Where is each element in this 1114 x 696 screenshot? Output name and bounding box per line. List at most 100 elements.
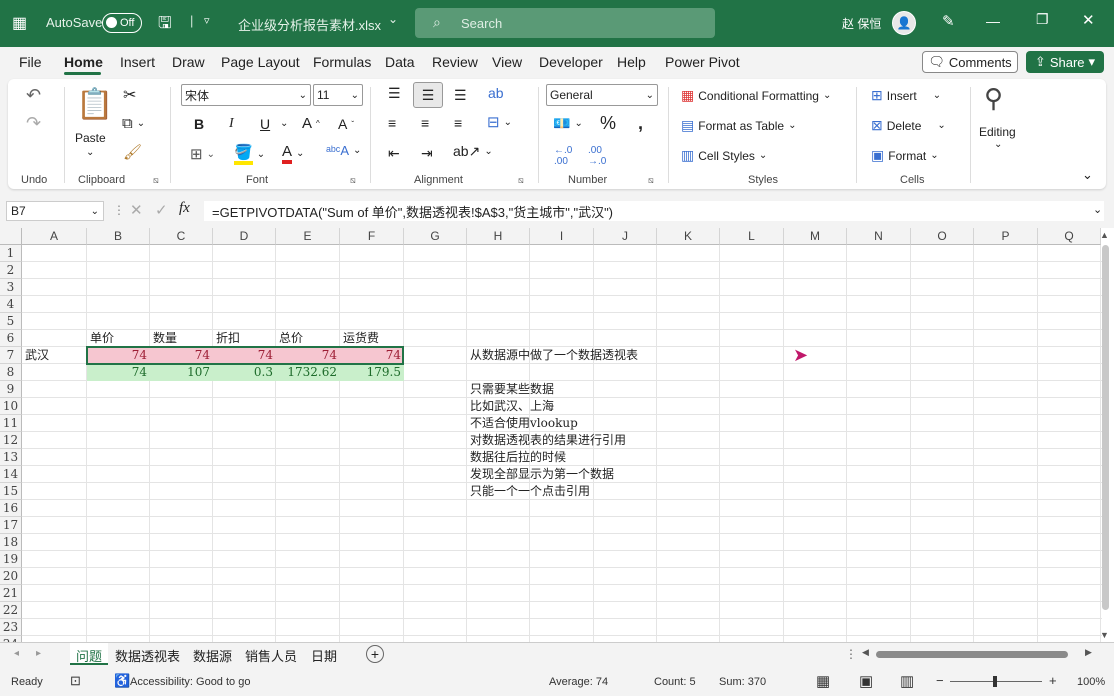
- tab-data[interactable]: Data: [385, 54, 415, 70]
- scroll-right-icon[interactable]: ▶: [1085, 647, 1092, 658]
- value-cell[interactable]: 0.3: [213, 364, 276, 381]
- column-header-M[interactable]: M: [784, 228, 847, 245]
- increase-indent-icon[interactable]: ⇥: [421, 145, 433, 162]
- sheet-tab-销售人员[interactable]: 销售人员: [245, 646, 297, 665]
- number-format-dropdown[interactable]: General ⌄: [546, 84, 658, 106]
- align-right-icon[interactable]: ≡: [454, 115, 462, 131]
- accounting-format-icon[interactable]: 💶 ⌄: [553, 115, 583, 132]
- filename-dropdown-icon[interactable]: ⌄: [388, 12, 398, 26]
- vertical-scrollbar[interactable]: [1102, 245, 1109, 610]
- dialog-launcher-icon[interactable]: ⧅: [648, 175, 654, 186]
- align-top-icon[interactable]: ☰: [388, 85, 401, 102]
- page-layout-view-icon[interactable]: ▣: [859, 672, 873, 690]
- save-icon[interactable]: 🖫: [158, 12, 172, 39]
- insert-cells-button[interactable]: ⊞ Insert ⌄: [871, 87, 941, 104]
- align-center-icon[interactable]: ≡: [421, 115, 429, 131]
- conditional-formatting-button[interactable]: ▦ Conditional Formatting ⌄: [681, 87, 831, 104]
- accessibility-status[interactable]: Accessibility: Good to go: [130, 676, 250, 688]
- file-name[interactable]: 企业级分析报告素材.xlsx: [238, 15, 381, 34]
- sheet-tab-问题[interactable]: 问题: [70, 643, 109, 665]
- align-middle-icon[interactable]: ☰: [413, 82, 443, 108]
- scroll-left-icon[interactable]: ◀: [862, 647, 869, 658]
- italic-button[interactable]: I: [229, 116, 234, 132]
- tab-page-layout[interactable]: Page Layout: [221, 54, 300, 70]
- value-cell[interactable]: 74: [87, 347, 150, 364]
- pen-icon[interactable]: ✎: [942, 12, 955, 30]
- bold-button[interactable]: B: [194, 116, 204, 132]
- expand-formula-bar-icon[interactable]: ⌄: [1093, 203, 1102, 216]
- font-color-icon[interactable]: A ⌄: [282, 143, 304, 164]
- note-cell[interactable]: 只能一个一个点击引用: [467, 483, 593, 500]
- search-icon[interactable]: ⚲: [984, 83, 1003, 114]
- merge-center-icon[interactable]: ⊟ ⌄: [487, 113, 512, 131]
- horizontal-scrollbar[interactable]: [876, 651, 1068, 658]
- note-cell[interactable]: 数据往后拉的时候: [467, 449, 569, 466]
- row-header-22[interactable]: 22: [0, 602, 22, 619]
- note-cell[interactable]: 发现全部显示为第一个数据: [467, 466, 617, 483]
- formula-input[interactable]: =GETPIVOTDATA("Sum of 单价",数据透视表!$A$3,"货主…: [204, 201, 1104, 221]
- row-header-21[interactable]: 21: [0, 585, 22, 602]
- row-header-12[interactable]: 12: [0, 432, 22, 449]
- header-cell[interactable]: 总价: [276, 330, 340, 347]
- row-header-5[interactable]: 5: [0, 313, 22, 330]
- percent-icon[interactable]: %: [600, 113, 616, 134]
- note-cell[interactable]: 从数据源中做了一个数据透视表: [467, 347, 641, 364]
- row-header-7[interactable]: 7: [0, 347, 22, 364]
- value-cell[interactable]: 74: [150, 347, 213, 364]
- orientation-icon[interactable]: ab↗ ⌄: [453, 143, 493, 160]
- note-cell[interactable]: 不适合使用vlookup: [467, 415, 581, 432]
- column-header-D[interactable]: D: [213, 228, 276, 245]
- comma-style-icon[interactable]: ,: [638, 113, 643, 134]
- chevron-down-icon[interactable]: ⌄: [280, 118, 288, 129]
- value-cell[interactable]: 74: [87, 364, 150, 381]
- format-cells-button[interactable]: ▣ Format ⌄: [871, 147, 939, 164]
- avatar[interactable]: 👤: [892, 11, 916, 35]
- more-options-icon[interactable]: ⋮: [845, 647, 857, 661]
- paste-label[interactable]: Paste: [75, 131, 106, 145]
- column-header-O[interactable]: O: [911, 228, 974, 245]
- wrap-text-icon[interactable]: ab: [488, 85, 504, 101]
- minimize-icon[interactable]: —: [986, 13, 1000, 29]
- row-header-1[interactable]: 1: [0, 245, 22, 262]
- decrease-indent-icon[interactable]: ⇤: [388, 145, 400, 162]
- zoom-level[interactable]: 100%: [1077, 676, 1105, 688]
- dialog-launcher-icon[interactable]: ⧅: [350, 175, 356, 186]
- row-header-16[interactable]: 16: [0, 500, 22, 517]
- zoom-out-icon[interactable]: −: [936, 673, 944, 688]
- row-header-8[interactable]: 8: [0, 364, 22, 381]
- value-cell[interactable]: 74: [213, 347, 276, 364]
- note-cell[interactable]: 对数据透视表的结果进行引用: [467, 432, 629, 449]
- row-header-11[interactable]: 11: [0, 415, 22, 432]
- scroll-up-icon[interactable]: ▲: [1100, 230, 1109, 240]
- column-header-E[interactable]: E: [276, 228, 340, 245]
- undo-icon[interactable]: ↶: [26, 85, 41, 106]
- decrease-font-icon[interactable]: Aˇ: [338, 116, 354, 132]
- row-header-18[interactable]: 18: [0, 534, 22, 551]
- sheet-tab-数据源[interactable]: 数据源: [193, 646, 232, 665]
- comments-button[interactable]: 🗨 Comments: [922, 51, 1018, 73]
- column-header-B[interactable]: B: [87, 228, 150, 245]
- row-header-23[interactable]: 23: [0, 619, 22, 636]
- align-bottom-icon[interactable]: ☰: [454, 87, 467, 104]
- column-header-A[interactable]: A: [22, 228, 87, 245]
- column-header-P[interactable]: P: [974, 228, 1038, 245]
- column-header-K[interactable]: K: [657, 228, 720, 245]
- tab-developer[interactable]: Developer: [539, 54, 603, 70]
- value-cell[interactable]: 74: [276, 347, 340, 364]
- zoom-slider-thumb[interactable]: [993, 676, 997, 687]
- column-header-J[interactable]: J: [594, 228, 657, 245]
- format-as-table-button[interactable]: ▤ Format as Table ⌄: [681, 117, 796, 134]
- chevron-down-icon[interactable]: ⌄: [86, 147, 94, 158]
- tab-insert[interactable]: Insert: [120, 54, 155, 70]
- column-header-F[interactable]: F: [340, 228, 404, 245]
- name-box[interactable]: B7 ⌄: [6, 201, 104, 221]
- row-header-15[interactable]: 15: [0, 483, 22, 500]
- next-sheet-icon[interactable]: ▸: [36, 648, 41, 659]
- tab-view[interactable]: View: [492, 54, 522, 70]
- header-cell[interactable]: 运货费: [340, 330, 404, 347]
- cut-icon[interactable]: ✂: [123, 85, 136, 105]
- decrease-decimal-icon[interactable]: .00 →.0: [588, 145, 606, 167]
- tab-formulas[interactable]: Formulas: [313, 54, 371, 70]
- autosave-toggle[interactable]: Off: [102, 13, 142, 33]
- row-header-6[interactable]: 6: [0, 330, 22, 347]
